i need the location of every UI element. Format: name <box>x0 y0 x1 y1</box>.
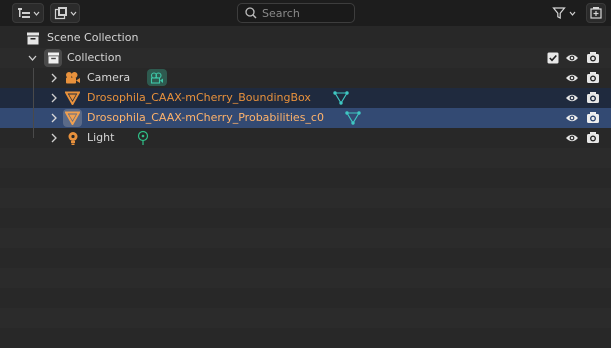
eye-icon[interactable] <box>565 92 579 104</box>
expand-chevron-right-icon[interactable] <box>50 73 58 83</box>
outliner-header <box>0 0 611 26</box>
empty-row <box>0 268 611 288</box>
mesh-object-icon <box>65 91 80 105</box>
item-label-boundingbox: Drosophila_CAAX-mCherry_BoundingBox <box>87 91 311 104</box>
camera-render-icon[interactable] <box>586 131 600 144</box>
camera-render-icon[interactable] <box>586 91 600 104</box>
collection-expand-chevron-icon[interactable] <box>28 54 37 62</box>
camera-object-icon <box>66 72 80 84</box>
empty-row <box>0 148 611 168</box>
empty-row <box>0 308 611 328</box>
eye-icon[interactable] <box>565 132 579 144</box>
collection-icon <box>47 52 59 64</box>
search-box[interactable] <box>237 3 355 23</box>
exclude-checkbox-icon[interactable] <box>547 52 559 64</box>
expand-chevron-right-icon[interactable] <box>50 133 58 143</box>
search-input[interactable] <box>260 6 352 20</box>
collection-row[interactable]: Collection <box>0 48 611 68</box>
empty-row <box>0 288 611 308</box>
mesh-data-icon[interactable] <box>345 110 361 126</box>
collection-icon-bg <box>44 49 62 67</box>
empty-row <box>0 248 611 268</box>
search-icon <box>245 7 257 19</box>
empty-row <box>0 328 611 348</box>
chevron-down-icon <box>569 11 576 16</box>
item-label-light: Light <box>87 131 115 144</box>
scene-collection-row[interactable]: Scene Collection <box>0 28 611 48</box>
item-label-camera: Camera <box>87 71 131 84</box>
outliner-item-camera[interactable]: Camera <box>0 68 611 88</box>
scene-collection-label: Scene Collection <box>47 31 139 44</box>
outliner-item-boundingbox[interactable]: Drosophila_CAAX-mCherry_BoundingBox <box>0 88 611 108</box>
camera-render-icon[interactable] <box>586 111 600 124</box>
tree-guide-line <box>33 68 34 88</box>
display-mode-dropdown[interactable] <box>12 3 44 23</box>
chevron-down-icon <box>33 11 39 16</box>
light-object-icon <box>68 132 78 145</box>
expand-chevron-right-icon[interactable] <box>50 113 58 123</box>
tree-guide-line <box>33 128 34 138</box>
empty-row <box>0 208 611 228</box>
view-layer-icon <box>54 7 67 20</box>
eye-icon[interactable] <box>565 72 579 84</box>
camera-render-icon[interactable] <box>586 51 600 64</box>
camera-data-icon[interactable] <box>147 69 167 86</box>
tree-guide-line <box>33 108 34 128</box>
outliner-tree: Scene Collection Collection Camera Droso… <box>0 28 611 348</box>
light-data-icon[interactable] <box>136 130 150 146</box>
filter-funnel-icon <box>552 7 566 19</box>
collection-label: Collection <box>67 51 122 64</box>
view-layer-dropdown[interactable] <box>50 3 80 23</box>
outliner-display-mode-icon <box>17 8 30 18</box>
outliner-item-light[interactable]: Light <box>0 128 611 148</box>
tree-guide-line <box>33 88 34 108</box>
camera-render-icon[interactable] <box>586 71 600 84</box>
mesh-data-icon[interactable] <box>333 90 349 106</box>
filter-dropdown[interactable] <box>547 3 581 23</box>
outliner-item-probabilities[interactable]: Drosophila_CAAX-mCherry_Probabilities_c0 <box>0 108 611 128</box>
item-label-probabilities: Drosophila_CAAX-mCherry_Probabilities_c0 <box>87 111 324 124</box>
empty-row <box>0 188 611 208</box>
new-collection-button[interactable] <box>586 3 606 23</box>
new-collection-icon <box>590 7 602 19</box>
eye-icon[interactable] <box>565 112 579 124</box>
active-object-icon-bg <box>63 109 82 127</box>
empty-row <box>0 168 611 188</box>
scene-collection-icon <box>25 30 41 46</box>
eye-icon[interactable] <box>565 52 579 64</box>
mesh-object-icon <box>65 111 80 125</box>
expand-chevron-right-icon[interactable] <box>50 93 58 103</box>
empty-row <box>0 228 611 248</box>
chevron-down-icon <box>70 11 76 16</box>
